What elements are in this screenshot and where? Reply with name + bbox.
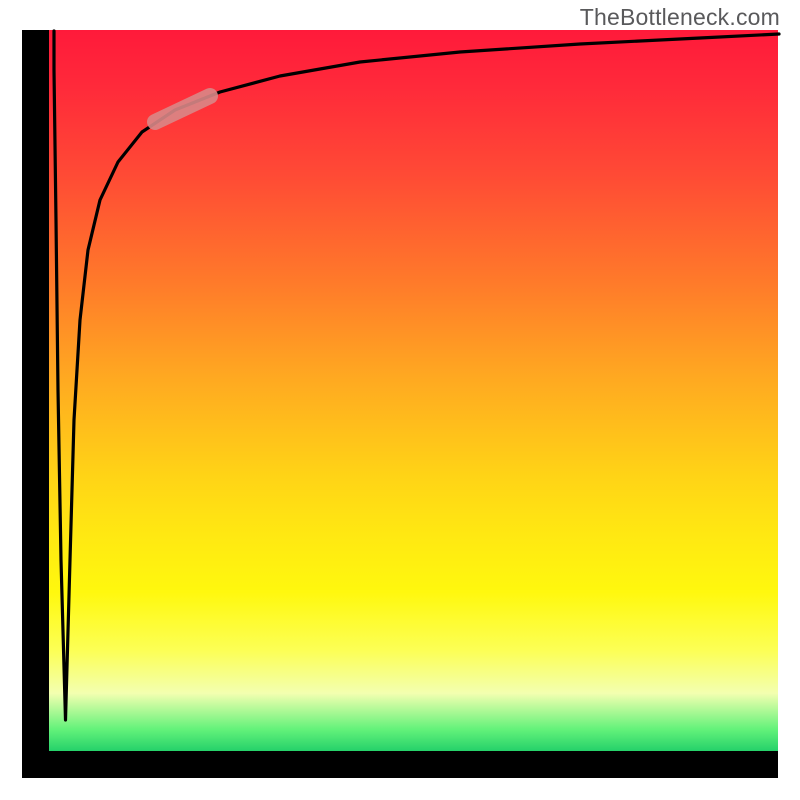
watermark-label: TheBottleneck.com (580, 4, 780, 31)
chart-container: TheBottleneck.com (0, 0, 800, 800)
plot-gradient (49, 30, 778, 751)
